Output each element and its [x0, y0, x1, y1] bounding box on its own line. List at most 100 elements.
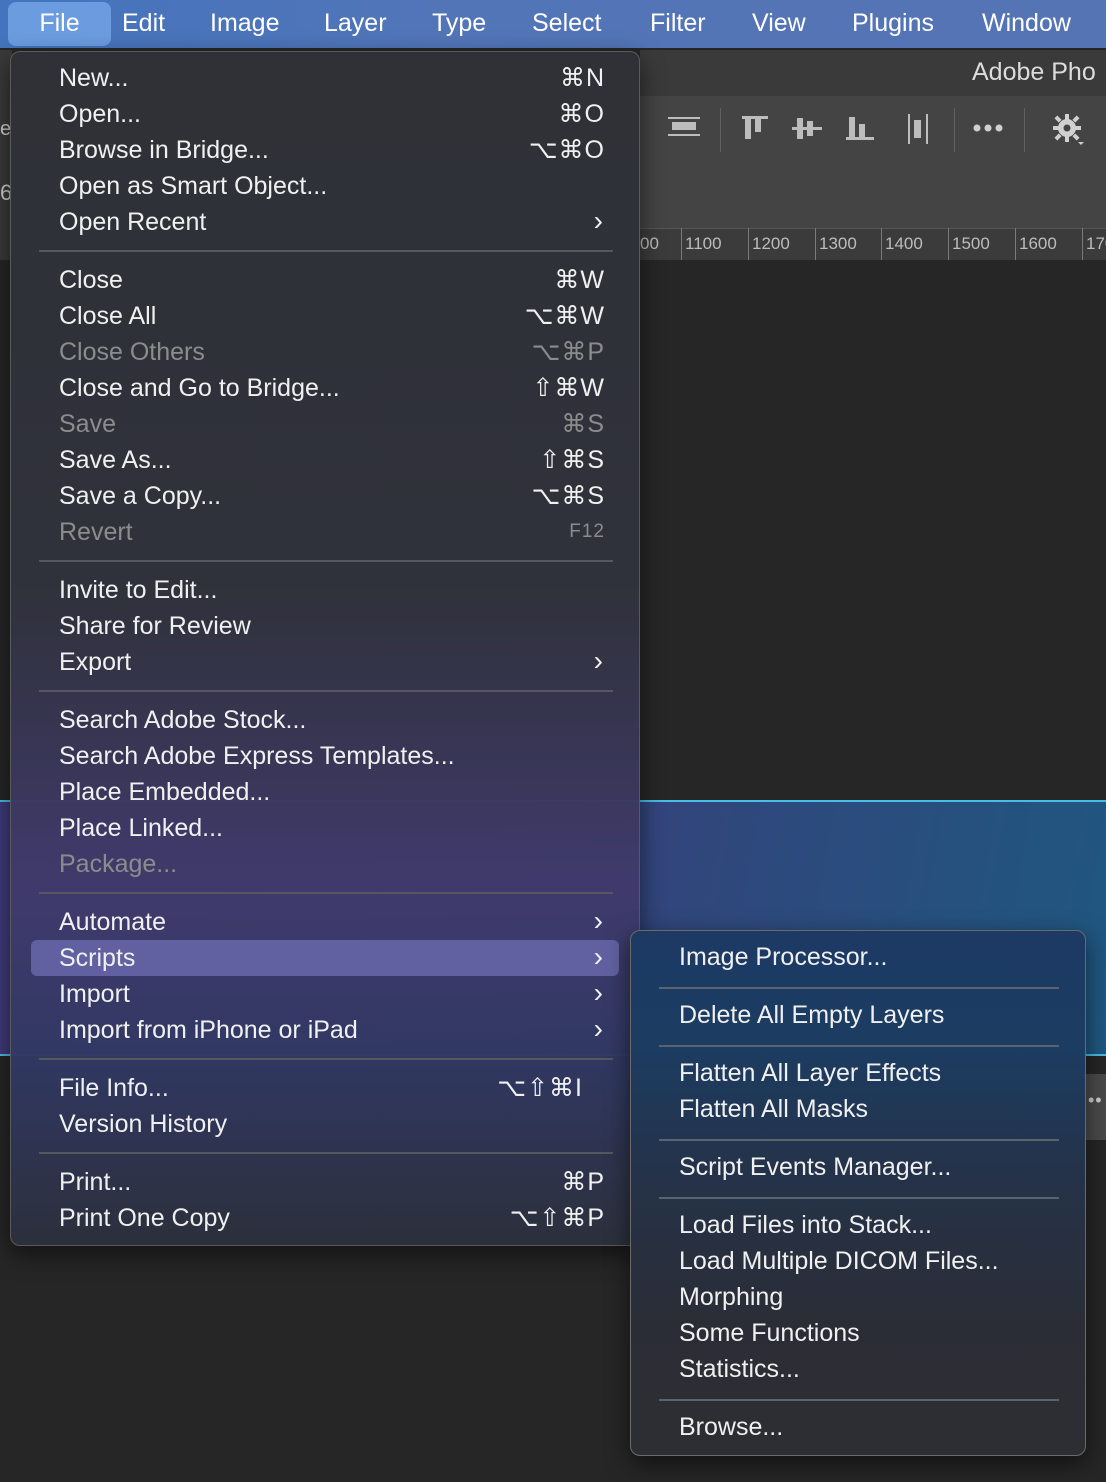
menu-separator [39, 1058, 613, 1060]
submenu-item-image-processor[interactable]: Image Processor... [651, 939, 1065, 975]
submenu-item-flatten-all-masks[interactable]: Flatten All Masks [651, 1091, 1065, 1127]
menu-item-export[interactable]: Export › [31, 644, 619, 680]
panel-more-icon[interactable]: •• [1088, 1090, 1103, 1111]
menu-item-shortcut: ⌥⇧⌘I [497, 1074, 583, 1102]
submenu-item-some-functions[interactable]: Some Functions [651, 1315, 1065, 1351]
submenu-item-load-files-into-stack[interactable]: Load Files into Stack... [651, 1207, 1065, 1243]
menu-item-shortcut: ⌘S [561, 410, 605, 438]
ruler-label: 1500 [952, 234, 990, 253]
submenu-item-label: Load Multiple DICOM Files... [679, 1247, 999, 1275]
canvas-pasteboard [640, 260, 1106, 800]
menu-item-import-from-iphone-or-ipad[interactable]: Import from iPhone or iPad › [31, 1012, 619, 1048]
ruler-tick [748, 228, 749, 260]
menu-item-new[interactable]: New... ⌘N [31, 60, 619, 96]
menu-item-label: Browse in Bridge... [59, 136, 269, 164]
menu-separator [659, 987, 1059, 989]
menu-item-label: Search Adobe Express Templates... [59, 742, 455, 770]
ruler-label: 1200 [752, 234, 790, 253]
menu-item-browse-in-bridge[interactable]: Browse in Bridge... ⌥⌘O [31, 132, 619, 168]
ruler-tick [1015, 228, 1016, 260]
menu-item-automate[interactable]: Automate › [31, 904, 619, 940]
menu-file[interactable]: File [8, 2, 111, 46]
chevron-right-icon: › [593, 645, 603, 676]
menu-item-open[interactable]: Open... ⌘O [31, 96, 619, 132]
more-options-icon[interactable] [968, 108, 1008, 148]
submenu-item-morphing[interactable]: Morphing [651, 1279, 1065, 1315]
menu-item-save-a-copy[interactable]: Save a Copy... ⌥⌘S [31, 478, 619, 514]
menu-item-open-recent[interactable]: Open Recent › [31, 204, 619, 240]
submenu-item-flatten-all-layer-effects[interactable]: Flatten All Layer Effects [651, 1055, 1065, 1091]
menu-filter[interactable]: Filter [650, 0, 706, 48]
menu-separator [39, 1152, 613, 1154]
distribute-horizontal-icon[interactable] [898, 108, 938, 148]
menu-separator [39, 690, 613, 692]
menu-separator [39, 250, 613, 252]
menu-item-revert: Revert F12 [31, 514, 619, 550]
menu-item-close-others: Close Others ⌥⌘P [31, 334, 619, 370]
menu-item-place-embedded[interactable]: Place Embedded... [31, 774, 619, 810]
menu-layer[interactable]: Layer [324, 0, 387, 48]
menu-item-save-as[interactable]: Save As... ⇧⌘S [31, 442, 619, 478]
align-top-edges-icon[interactable] [736, 108, 776, 148]
submenu-item-browse[interactable]: Browse... [651, 1409, 1065, 1445]
menu-bar: File Edit Image Layer Type Select Filter… [0, 0, 1106, 48]
gear-icon[interactable] [1048, 108, 1088, 148]
ruler-tick [948, 228, 949, 260]
menu-item-scripts[interactable]: Scripts › [31, 940, 619, 976]
menu-item-print-one-copy[interactable]: Print One Copy ⌥⇧⌘P [31, 1200, 619, 1236]
submenu-item-statistics[interactable]: Statistics... [651, 1351, 1065, 1387]
menu-item-label: Version History [59, 1110, 228, 1138]
menu-view[interactable]: View [752, 0, 806, 48]
menu-item-label: Place Linked... [59, 814, 223, 842]
file-menu: New... ⌘N Open... ⌘O Browse in Bridge... ⌥⌘… [10, 51, 640, 1246]
menu-item-label: Share for Review [59, 612, 251, 640]
submenu-item-label: Statistics... [679, 1355, 800, 1383]
ruler-tick [681, 228, 682, 260]
toolbar-separator [954, 108, 955, 152]
menu-item-label: Save [59, 410, 116, 438]
menu-item-print[interactable]: Print... ⌘P [31, 1164, 619, 1200]
menu-item-label: Close and Go to Bridge... [59, 374, 340, 402]
menu-item-file-info[interactable]: File Info... ⌥⇧⌘I [31, 1070, 619, 1106]
submenu-item-script-events-manager[interactable]: Script Events Manager... [651, 1149, 1065, 1185]
ruler-label: 00 [640, 234, 659, 253]
menu-image[interactable]: Image [210, 0, 279, 48]
menu-window[interactable]: Window [982, 0, 1071, 48]
menu-separator [39, 560, 613, 562]
menu-item-shortcut: ⇧⌘W [532, 374, 605, 402]
submenu-item-label: Some Functions [679, 1319, 860, 1347]
menu-separator [39, 892, 613, 894]
menu-plugins[interactable]: Plugins [852, 0, 934, 48]
menu-item-shortcut: ⌥⌘P [531, 338, 605, 366]
menu-item-label: Open as Smart Object... [59, 172, 328, 200]
menu-item-shortcut: ⌘W [554, 266, 605, 294]
menu-item-label: Automate [59, 908, 167, 936]
menu-item-search-adobe-express-templates[interactable]: Search Adobe Express Templates... [31, 738, 619, 774]
menu-item-share-for-review[interactable]: Share for Review [31, 608, 619, 644]
submenu-item-delete-all-empty-layers[interactable]: Delete All Empty Layers [651, 997, 1065, 1033]
menu-item-label: Open... [59, 100, 141, 128]
align-vertical-center-icon[interactable] [664, 108, 704, 148]
menu-item-label: File Info... [59, 1074, 169, 1102]
menu-item-search-adobe-stock[interactable]: Search Adobe Stock... [31, 702, 619, 738]
menu-item-label: New... [59, 64, 129, 92]
menu-type[interactable]: Type [432, 0, 486, 48]
menu-item-label: Close All [59, 302, 157, 330]
menu-item-place-linked[interactable]: Place Linked... [31, 810, 619, 846]
menu-item-open-as-smart-object[interactable]: Open as Smart Object... [31, 168, 619, 204]
submenu-item-load-multiple-dicom-files[interactable]: Load Multiple DICOM Files... [651, 1243, 1065, 1279]
menu-item-close-all[interactable]: Close All ⌥⌘W [31, 298, 619, 334]
align-bottom-edges-icon[interactable] [840, 108, 880, 148]
align-vertical-centers-icon[interactable] [788, 108, 828, 148]
menu-item-close[interactable]: Close ⌘W [31, 262, 619, 298]
menu-item-label: Print... [59, 1168, 132, 1196]
menu-item-import[interactable]: Import › [31, 976, 619, 1012]
menu-edit[interactable]: Edit [122, 0, 165, 48]
menu-select[interactable]: Select [532, 0, 601, 48]
ruler-tick [881, 228, 882, 260]
menu-item-version-history[interactable]: Version History [31, 1106, 619, 1142]
menu-item-label: Open Recent [59, 208, 207, 236]
menu-item-label: Close [59, 266, 123, 294]
menu-item-close-and-go-to-bridge[interactable]: Close and Go to Bridge... ⇧⌘W [31, 370, 619, 406]
menu-item-invite-to-edit[interactable]: Invite to Edit... [31, 572, 619, 608]
